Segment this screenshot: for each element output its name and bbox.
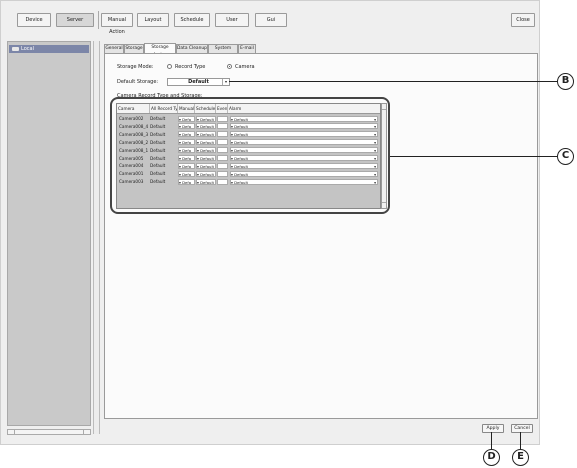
- server-button[interactable]: Server: [56, 13, 94, 27]
- server-icon: [12, 47, 19, 51]
- gui-button[interactable]: Gui: [255, 13, 287, 27]
- application-window: Device Server Manual Action Layout Sched…: [0, 0, 540, 445]
- callout-b-leader: [229, 81, 557, 83]
- radio-camera-label: Camera: [235, 64, 255, 70]
- tree-item-label: Local: [21, 46, 34, 52]
- callout-e-leader: [520, 432, 522, 449]
- layout-button[interactable]: Layout: [137, 13, 169, 27]
- apply-button[interactable]: Apply: [482, 424, 504, 433]
- callout-d-marker: D: [483, 449, 500, 466]
- chevron-down-icon: ▾: [222, 79, 229, 85]
- callout-c-leader: [390, 156, 557, 158]
- tab-email[interactable]: E-mail: [238, 44, 256, 53]
- tab-storage-assign[interactable]: Storage Assign: [144, 43, 176, 58]
- cancel-button[interactable]: Cancel: [511, 424, 533, 433]
- tab-data-cleanup[interactable]: Data Cleanup: [176, 44, 208, 53]
- callout-c-frame: [110, 97, 390, 214]
- device-button[interactable]: Device: [17, 13, 51, 27]
- server-tree-panel: Local: [7, 41, 91, 426]
- manual-action-button[interactable]: Manual Action: [101, 13, 133, 35]
- user-button[interactable]: User: [215, 13, 249, 27]
- radio-record-type[interactable]: [167, 64, 172, 69]
- radio-camera[interactable]: [227, 64, 232, 69]
- callout-c-marker: C: [557, 148, 574, 165]
- toolbar-separator: [98, 11, 99, 29]
- scroll-left-arrow[interactable]: [8, 430, 15, 434]
- tab-general[interactable]: General: [104, 44, 124, 53]
- storage-mode-label: Storage Mode:: [117, 64, 154, 70]
- default-storage-select[interactable]: Default ▾: [167, 78, 230, 86]
- default-storage-label: Default Storage:: [117, 79, 159, 85]
- tab-storage[interactable]: Storage: [124, 44, 144, 53]
- schedule-button[interactable]: Schedule: [174, 13, 210, 27]
- callout-e-marker: E: [512, 449, 529, 466]
- horizontal-scrollbar[interactable]: [7, 429, 91, 435]
- close-button[interactable]: Close: [511, 13, 535, 27]
- radio-record-type-label: Record Type: [175, 64, 206, 70]
- scroll-right-arrow[interactable]: [83, 430, 90, 434]
- callout-d-leader: [491, 432, 493, 449]
- callout-b-marker: B: [557, 73, 574, 90]
- tab-system-alert[interactable]: System Alert: [208, 44, 238, 59]
- tree-item-local[interactable]: Local: [9, 45, 89, 53]
- default-storage-value: Default: [188, 79, 209, 85]
- panel-splitter[interactable]: [93, 41, 100, 434]
